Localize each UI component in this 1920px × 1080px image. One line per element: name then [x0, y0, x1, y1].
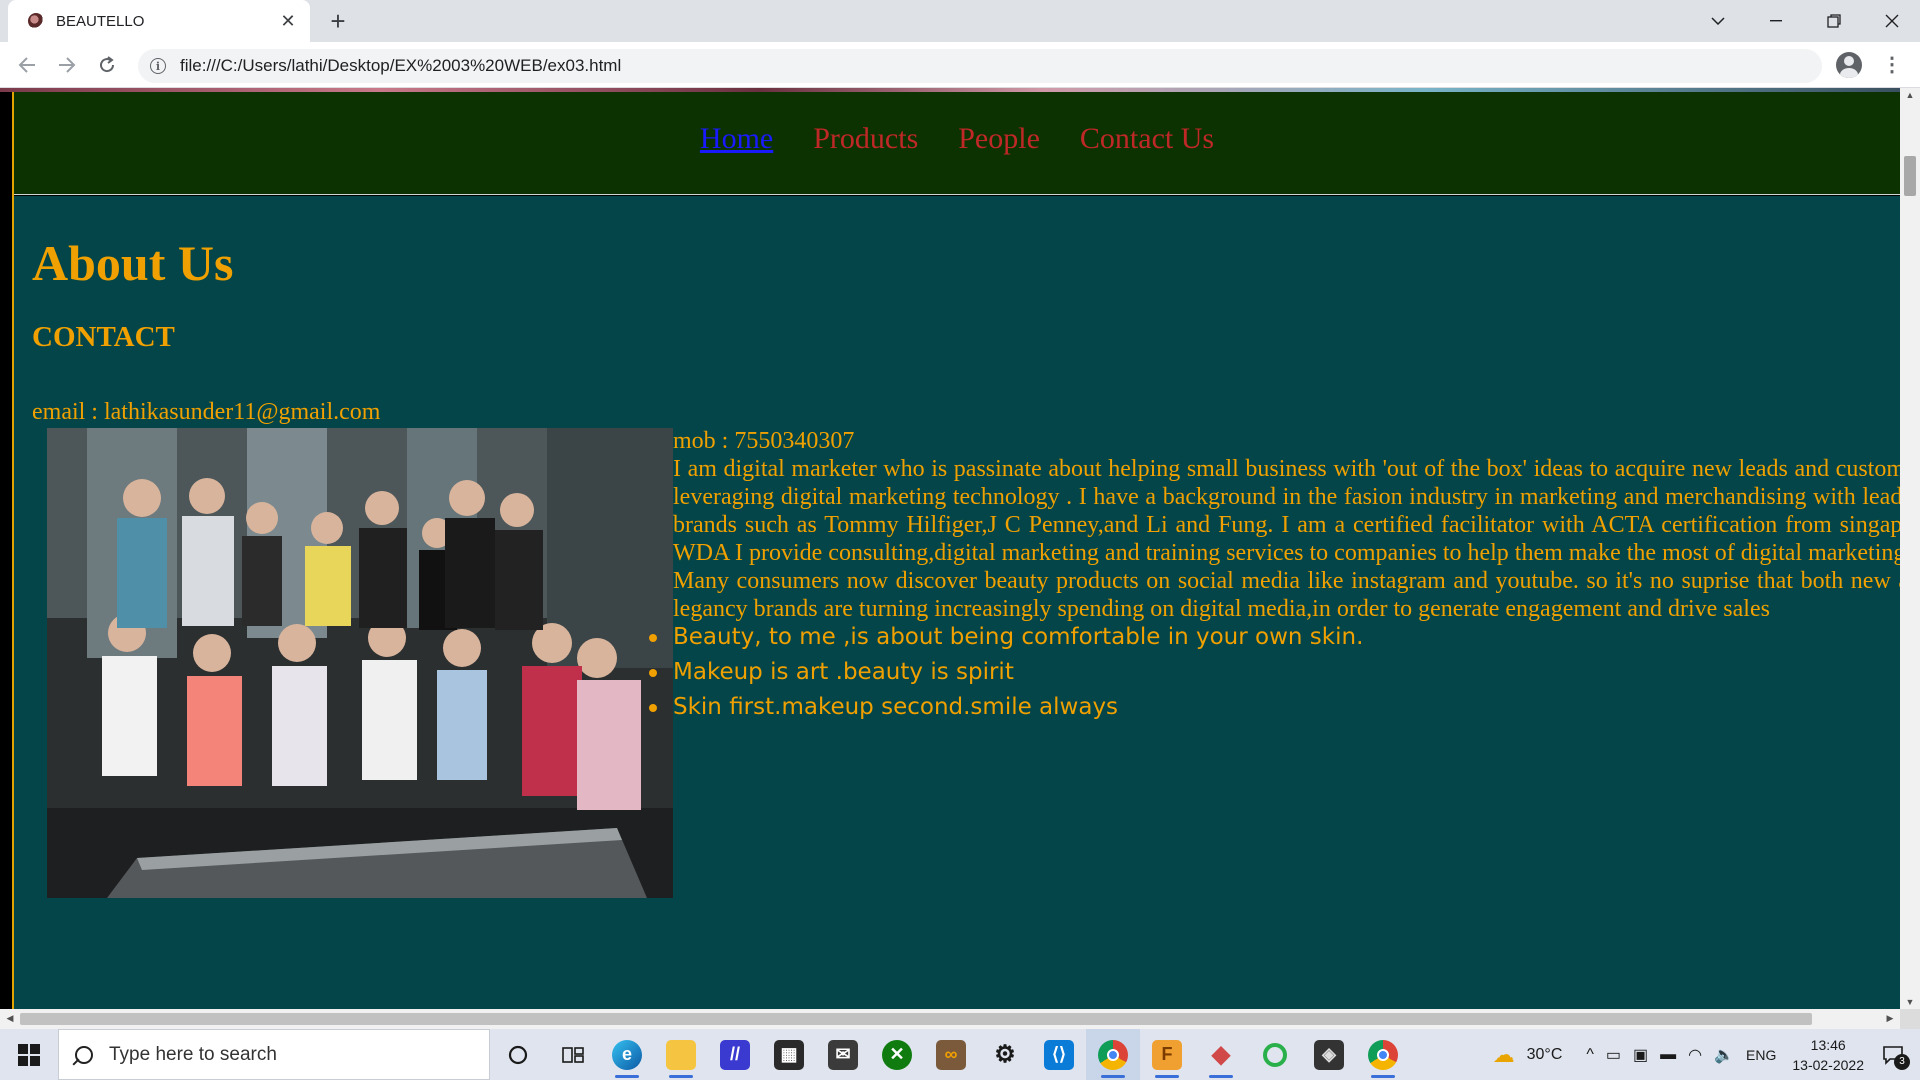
notification-icon[interactable]: 3: [1878, 1040, 1910, 1070]
address-bar[interactable]: i file:///C:/Users/lathi/Desktop/EX%2003…: [138, 49, 1822, 83]
chrome-icon-2[interactable]: [1356, 1029, 1410, 1080]
vertical-scrollbar[interactable]: ▲ ▼: [1900, 88, 1920, 1009]
file-explorer-icon[interactable]: [654, 1029, 708, 1080]
scroll-left-icon[interactable]: ◀: [0, 1013, 20, 1024]
contact-heading: CONTACT: [32, 321, 175, 353]
browser-tabstrip: BEAUTELLO ✕ +: [0, 0, 1920, 42]
minimize-button[interactable]: [1748, 0, 1804, 42]
meet-icon[interactable]: ▭: [1606, 1045, 1621, 1065]
system-tray: ☁ 30°C ^ ▭ ▣ ▬ ◠ 🔈 ENG 13:46 13-02-2022 …: [1487, 1029, 1920, 1080]
clock-time: 13:46: [1810, 1036, 1846, 1053]
edge-browser-icon[interactable]: e: [600, 1029, 654, 1080]
reload-button[interactable]: [92, 50, 122, 80]
chevron-up-icon[interactable]: ^: [1586, 1046, 1594, 1064]
nav-products-link[interactable]: Products: [813, 122, 918, 156]
browser-tab[interactable]: BEAUTELLO ✕: [8, 0, 310, 42]
loading-app-icon[interactable]: [1248, 1029, 1302, 1080]
media-app-icon[interactable]: ∞: [924, 1029, 978, 1080]
back-arrow-icon: [18, 57, 35, 73]
display-icon[interactable]: ▣: [1633, 1045, 1648, 1065]
store-icon[interactable]: ▦: [762, 1029, 816, 1080]
horizontal-scrollbar[interactable]: ◀ ▶: [0, 1009, 1900, 1029]
list-item: Beauty, to me ,is about being comfortabl…: [648, 620, 1363, 655]
language-indicator[interactable]: ENG: [1746, 1047, 1776, 1063]
about-section: About Us CONTACT email : lathikasunder11…: [14, 196, 1900, 1009]
tab-search-button[interactable]: [1690, 0, 1746, 42]
cortana-icon[interactable]: [490, 1029, 546, 1080]
browser-toolbar: i file:///C:/Users/lathi/Desktop/EX%2003…: [0, 42, 1920, 88]
settings-gear-icon[interactable]: ⚙: [978, 1029, 1032, 1080]
search-placeholder: Type here to search: [109, 1043, 277, 1065]
clock[interactable]: 13:46 13-02-2022: [1792, 1035, 1864, 1075]
new-tab-button[interactable]: +: [323, 6, 353, 36]
team-photo: [47, 428, 673, 898]
taskbar-search-box[interactable]: Type here to search: [58, 1029, 490, 1080]
vscode-icon[interactable]: ⟨⟩: [1032, 1029, 1086, 1080]
scrollbar-corner: [1900, 1009, 1920, 1029]
scroll-down-icon[interactable]: ▼: [1900, 997, 1920, 1007]
scroll-right-icon[interactable]: ▶: [1880, 1013, 1900, 1024]
restore-button[interactable]: [1806, 0, 1862, 42]
weather-icon[interactable]: ☁: [1493, 1042, 1515, 1068]
mail-icon[interactable]: ✉: [816, 1029, 870, 1080]
unity-icon[interactable]: ◈: [1302, 1029, 1356, 1080]
start-button[interactable]: [0, 1029, 58, 1080]
profile-avatar-icon[interactable]: [1836, 52, 1862, 78]
back-button[interactable]: [12, 50, 42, 80]
page-viewport: Home Products People Contact Us About Us…: [0, 88, 1900, 1009]
chevron-down-icon: [1711, 17, 1725, 25]
git-tool-icon[interactable]: ◆: [1194, 1029, 1248, 1080]
horizontal-scroll-thumb[interactable]: [20, 1013, 1812, 1025]
forward-button[interactable]: [52, 50, 82, 80]
notification-badge: 3: [1894, 1053, 1910, 1070]
wifi-icon[interactable]: ◠: [1688, 1045, 1702, 1065]
windows-taskbar: Type here to search e // ▦ ✉ ✕ ∞ ⚙ ⟨⟩ F …: [0, 1029, 1920, 1080]
windows-logo-icon: [18, 1043, 40, 1066]
close-window-button[interactable]: [1864, 0, 1920, 42]
mobile-text: mob : 7550340307: [673, 428, 855, 454]
quote-list: Beauty, to me ,is about being comfortabl…: [648, 620, 1363, 725]
forward-arrow-icon: [59, 57, 76, 73]
url-text: file:///C:/Users/lathi/Desktop/EX%2003%2…: [180, 56, 622, 75]
nav-contact-link[interactable]: Contact Us: [1080, 122, 1214, 156]
about-title: About Us: [32, 235, 234, 291]
chrome-icon[interactable]: [1086, 1029, 1140, 1080]
weather-temp[interactable]: 30°C: [1527, 1046, 1563, 1064]
battery-icon[interactable]: ▬: [1660, 1046, 1676, 1064]
list-item: Skin first.makeup second.smile always: [648, 690, 1363, 725]
fontforge-icon[interactable]: F: [1140, 1029, 1194, 1080]
clock-date: 13-02-2022: [1792, 1056, 1864, 1073]
nav-people-link[interactable]: People: [958, 122, 1040, 156]
email-text: email : lathikasunder11@gmail.com: [32, 399, 381, 425]
list-item: Makeup is art .beauty is spirit: [648, 655, 1363, 690]
power-apps-icon[interactable]: //: [708, 1029, 762, 1080]
about-paragraph-1: I am digital marketer who is passinate a…: [673, 456, 1900, 566]
info-icon[interactable]: i: [150, 58, 166, 74]
vertical-scroll-thumb[interactable]: [1904, 156, 1916, 196]
browser-menu-icon[interactable]: ⋮: [1882, 52, 1902, 78]
scroll-up-icon[interactable]: ▲: [1900, 90, 1920, 100]
volume-icon[interactable]: 🔈: [1714, 1045, 1734, 1065]
favicon-icon: [28, 13, 44, 29]
reload-icon: [100, 56, 115, 73]
close-tab-icon[interactable]: ✕: [278, 11, 298, 32]
search-icon: [75, 1045, 93, 1064]
xbox-icon[interactable]: ✕: [870, 1029, 924, 1080]
about-text: mob : 7550340307 I am digital marketer w…: [673, 427, 1900, 623]
site-navbar: Home Products People Contact Us: [14, 92, 1900, 195]
page-left-border: [0, 92, 14, 1009]
task-view-icon[interactable]: [546, 1029, 600, 1080]
about-paragraph-2: Many consumers now discover beauty produ…: [673, 568, 1900, 622]
tab-title: BEAUTELLO: [56, 12, 145, 30]
nav-home-link[interactable]: Home: [700, 122, 773, 156]
